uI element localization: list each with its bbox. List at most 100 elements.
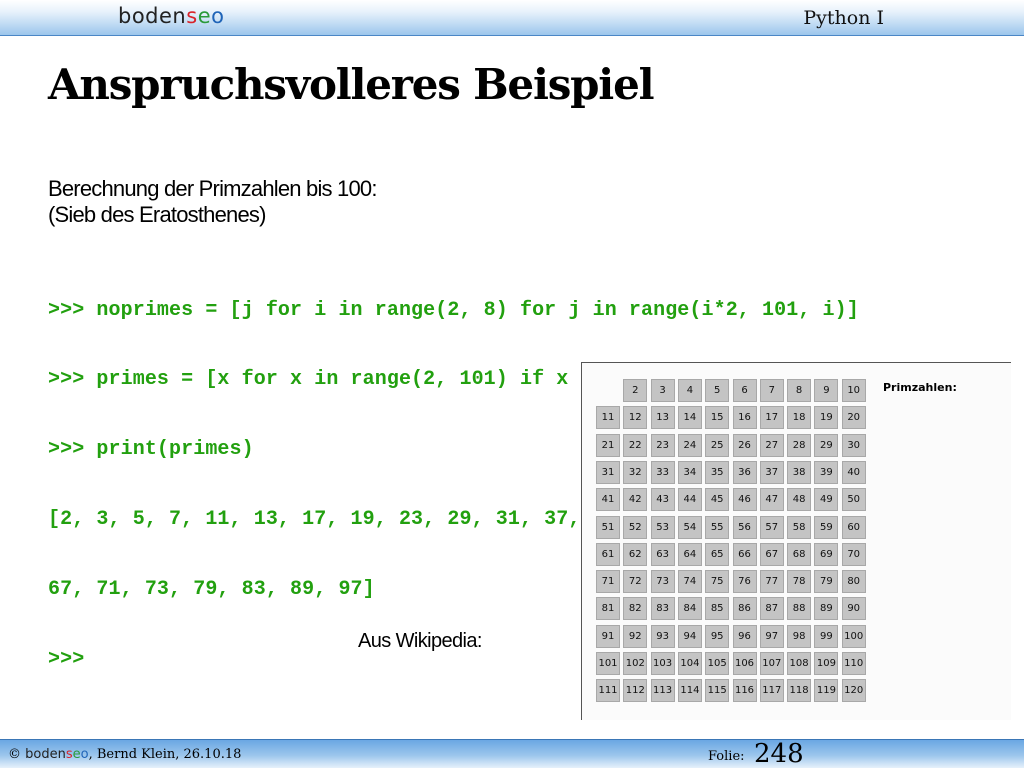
sieve-cell: 73 [650,570,675,594]
sieve-cell: 70 [841,542,866,566]
footer-logo-e: e [72,747,81,762]
sieve-cell: 10 [841,379,866,402]
sieve-cell: 51 [596,515,620,539]
sieve-cell: 106 [732,652,757,675]
sieve-cell: 59 [814,515,839,539]
sieve-cell: 35 [705,460,730,484]
intro-line-1: Berechnung der Primzahlen bis 100: [48,176,377,201]
sieve-cell: 43 [650,488,675,512]
sieve-cell: 111 [596,679,620,703]
sieve-cell: 55 [705,515,730,539]
sieve-cell: 114 [677,679,702,703]
sieve-cell: 87 [759,597,784,621]
sieve-cell: 56 [732,515,757,539]
sieve-cell: 99 [814,624,839,648]
sieve-cell: 42 [623,488,648,512]
sieve-cell: 19 [814,406,839,430]
footer-logo-s: s [65,747,73,762]
sieve-cell: 67 [759,542,784,566]
sieve-cell: 90 [841,597,866,621]
sieve-cell: 7 [759,379,784,402]
sieve-cell: 76 [732,570,757,594]
sieve-cell: 16 [732,406,757,430]
sieve-cell: 18 [787,406,812,430]
course-title: Python I [803,7,884,29]
sieve-cell: 25 [705,433,730,457]
sieve-cell: 14 [677,406,702,430]
sieve-cell: 30 [841,433,866,457]
slide-intro: Berechnung der Primzahlen bis 100: (Sieb… [48,176,377,228]
bodenseo-logo: bodenseo [118,4,224,28]
sieve-cell: 13 [650,406,675,430]
sieve-cell: 113 [650,679,675,703]
sieve-cell: 36 [732,460,757,484]
sieve-cell: 2 [623,379,648,402]
sieve-cell: 60 [841,515,866,539]
sieve-cell: 62 [623,542,648,566]
author-date: , Bernd Klein, 26.10.18 [88,747,242,762]
sieve-cell: 48 [787,488,812,512]
sieve-cell: 61 [596,542,620,566]
sieve-cell: 120 [841,679,866,703]
sieve-cell: 32 [623,460,648,484]
sieve-cell: 81 [596,597,620,621]
sieve-cell: 45 [705,488,730,512]
sieve-cell: 64 [677,542,702,566]
sieve-cell: 58 [787,515,812,539]
sieve-cell: 110 [841,652,866,675]
sieve-cell: 68 [787,542,812,566]
sieve-cell: 108 [787,652,812,675]
sieve-cell: 22 [623,433,648,457]
sieve-cell: 117 [759,679,784,703]
sieve-cell: 46 [732,488,757,512]
sieve-cell: 116 [732,679,757,703]
sieve-cell: 44 [677,488,702,512]
sieve-cell: 53 [650,515,675,539]
sieve-cell: 40 [841,460,866,484]
sieve-cell: 94 [677,624,702,648]
sieve-cell: 21 [596,433,620,457]
sieve-cell: 50 [841,488,866,512]
sieve-cell: 79 [814,570,839,594]
sieve-cell: 4 [677,379,702,402]
sieve-cell: 104 [677,652,702,675]
sieve-cell: 69 [814,542,839,566]
sieve-cell: 71 [596,570,620,594]
sieve-cell: 85 [705,597,730,621]
sieve-cell: 31 [596,460,620,484]
sieve-cell: 66 [732,542,757,566]
footer-bar: © bodenseo, Bernd Klein, 26.10.18 Folie:… [0,739,1024,768]
logo-text-s: s [186,4,198,28]
sieve-of-eratosthenes-image: Primzahlen: 2 3 4 5 6 7 8 9 10 11 12 13 14 15 16 17 18 19… [581,362,1011,720]
sieve-cell: 78 [787,570,812,594]
sieve-cell: 9 [814,379,839,402]
sieve-cell: 57 [759,515,784,539]
footer-credits: © bodenseo, Bernd Klein, 26.10.18 [8,747,241,762]
sieve-cell: 95 [705,624,730,648]
sieve-cell: 26 [732,433,757,457]
sieve-cell: 24 [677,433,702,457]
sieve-cell: 27 [759,433,784,457]
sieve-cell: 3 [650,379,675,402]
sieve-cell: 119 [814,679,839,703]
slide-title: Anspruchsvolleres Beispiel [48,60,655,109]
sieve-cell: 105 [705,652,730,675]
footer-logo-boden: boden [25,747,66,762]
sieve-cell: 23 [650,433,675,457]
slide-number: 248 [754,739,804,768]
logo-text-e: e [197,4,212,28]
sieve-cell: 15 [705,406,730,430]
sieve-cell: 112 [623,679,648,703]
sieve-cell: 12 [623,406,648,430]
sieve-cell: 65 [705,542,730,566]
sieve-cell: 17 [759,406,784,430]
sieve-cell: 47 [759,488,784,512]
sieve-cell: 41 [596,488,620,512]
sieve-cell: 80 [841,570,866,594]
sieve-cell: 118 [787,679,812,703]
sieve-cell: 98 [787,624,812,648]
logo-text-boden: boden [118,4,187,28]
sieve-cell: 54 [677,515,702,539]
sieve-cell: 115 [705,679,730,703]
sieve-cell: 100 [841,624,866,648]
